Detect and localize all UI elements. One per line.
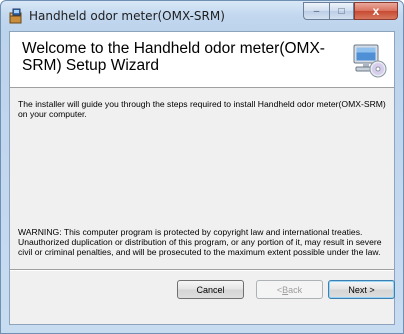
back-button[interactable]: < Back (256, 280, 323, 299)
installer-window: Handheld odor meter(OMX-SRM) – □ x Welco… (0, 0, 404, 334)
minimize-button[interactable]: – (303, 2, 329, 20)
back-button-rest: ack (288, 284, 303, 295)
copyright-warning-text: WARNING: This computer program is protec… (18, 227, 382, 257)
wizard-client-area: Welcome to the Handheld odor meter(OMX-S… (9, 31, 395, 325)
installer-app-icon (9, 8, 22, 24)
title-bar[interactable]: Handheld odor meter(OMX-SRM) – □ x (1, 1, 403, 31)
button-separator (10, 269, 394, 271)
cancel-button[interactable]: Cancel (177, 280, 244, 299)
window-title: Handheld odor meter(OMX-SRM) (29, 9, 225, 23)
next-button[interactable]: Next > (328, 280, 395, 299)
close-button[interactable]: x (354, 2, 398, 20)
intro-text: The installer will guide you through the… (18, 99, 386, 119)
maximize-button[interactable]: □ (329, 2, 354, 20)
caption-buttons: – □ x (303, 2, 398, 21)
wizard-title: Welcome to the Handheld odor meter(OMX-S… (22, 40, 325, 74)
computer-cd-icon (353, 44, 387, 78)
wizard-banner: Welcome to the Handheld odor meter(OMX-S… (10, 32, 394, 88)
